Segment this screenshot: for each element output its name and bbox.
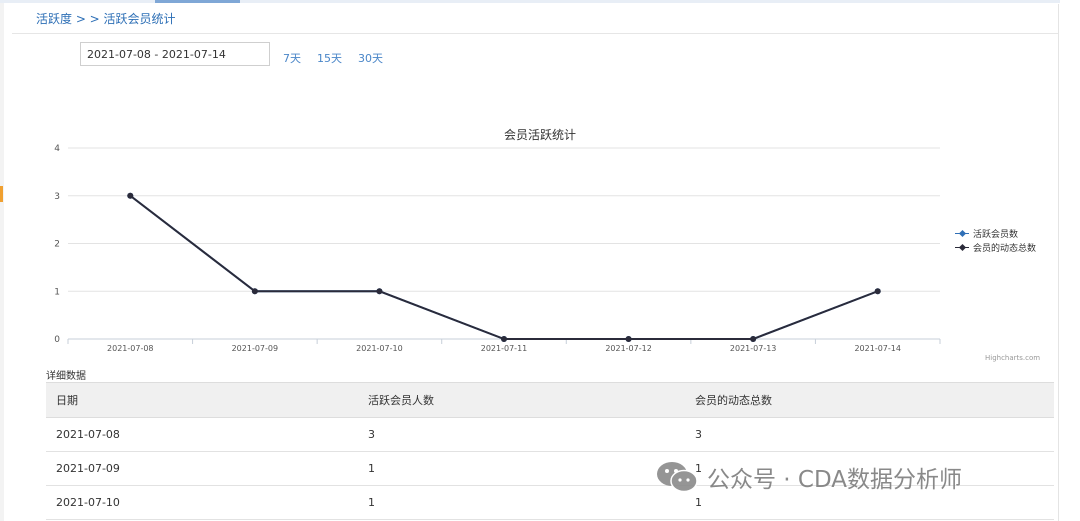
data-point — [874, 288, 881, 295]
legend-symbol-active-members — [955, 230, 969, 236]
legend-item-dynamics-total[interactable]: 会员的动态总数 — [955, 240, 1036, 254]
table-cell-active-members: 3 — [358, 417, 685, 452]
table-cell-active-members: 1 — [358, 451, 685, 486]
y-tick-label: 4 — [54, 144, 60, 154]
table-cell-date: 2021-07-10 — [46, 485, 358, 520]
y-tick-label: 1 — [54, 287, 60, 297]
legend-label-dynamics-total: 会员的动态总数 — [973, 243, 1037, 254]
table-cell-date: 2021-07-08 — [46, 417, 358, 452]
column-header-dynamics-total: 会员的动态总数 — [685, 382, 1054, 418]
x-tick-label: 2021-07-14 — [854, 344, 901, 353]
x-tick-label: 2021-07-09 — [232, 344, 279, 353]
table-cell-date: 2021-07-09 — [46, 451, 358, 486]
x-tick-label: 2021-07-13 — [730, 344, 777, 353]
data-point — [251, 288, 258, 295]
table-cell-dynamics-total: 3 — [685, 417, 1054, 452]
column-header-active-members: 活跃会员人数 — [358, 382, 685, 418]
x-tick-label: 2021-07-11 — [481, 344, 528, 353]
column-header-date: 日期 — [46, 382, 358, 418]
table-row: 2021-07-08 3 3 — [46, 417, 1054, 452]
x-tick-label: 2021-07-08 — [107, 344, 154, 353]
data-point — [376, 288, 383, 295]
chart-legend: 活跃会员数 会员的动态总数 — [955, 226, 1036, 254]
y-tick-label: 3 — [54, 192, 60, 202]
data-point — [750, 336, 757, 342]
data-point — [127, 192, 134, 199]
details-table: 日期 活跃会员人数 会员的动态总数 2021-07-08 3 3 2021-07… — [46, 382, 1054, 520]
y-tick-label: 2 — [54, 240, 60, 250]
legend-symbol-dynamics-total — [955, 244, 969, 250]
legend-item-active-members[interactable]: 活跃会员数 — [955, 226, 1036, 240]
y-tick-label: 0 — [54, 335, 60, 345]
data-point — [625, 336, 632, 342]
details-section-label: 详细数据 — [46, 371, 86, 382]
table-header-row: 日期 活跃会员人数 会员的动态总数 — [46, 382, 1054, 418]
watermark: 公众号 · CDA数据分析师 — [655, 455, 962, 499]
wechat-icon — [657, 462, 698, 493]
data-point — [501, 336, 507, 342]
x-tick-label: 2021-07-12 — [605, 344, 652, 353]
x-tick-label: 2021-07-10 — [356, 344, 403, 353]
chart-credits[interactable]: Highcharts.com — [985, 354, 1040, 362]
table-cell-active-members: 1 — [358, 485, 685, 520]
series-line-0 — [129, 194, 879, 340]
legend-label-active-members: 活跃会员数 — [973, 229, 1019, 240]
series-line-1 — [129, 194, 879, 340]
watermark-text: 公众号 · CDA数据分析师 — [707, 467, 963, 493]
